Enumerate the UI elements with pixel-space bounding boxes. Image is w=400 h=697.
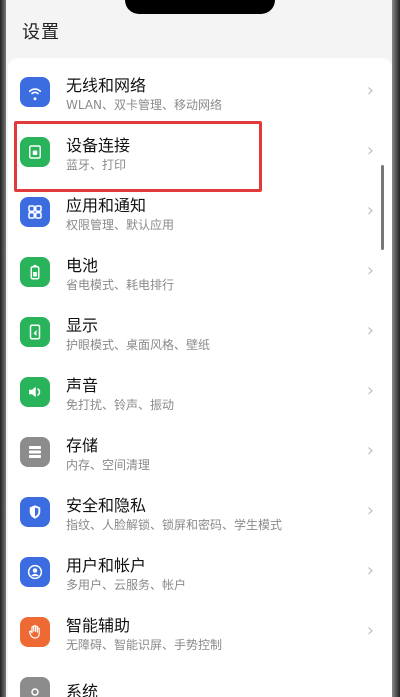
item-subtitle: 指纹、人脸解锁、锁屏和密码、学生模式 — [66, 518, 283, 532]
storage-icon — [20, 437, 50, 467]
settings-item-smart-assist[interactable]: 智能辅助 无障碍、智能识屏、手势控制 › — [8, 602, 392, 662]
item-title: 声音 — [66, 376, 99, 395]
chevron-right-icon: › — [366, 380, 374, 401]
highlight-box — [14, 121, 262, 192]
system-icon — [20, 677, 50, 697]
chevron-right-icon: › — [366, 200, 374, 221]
item-title: 存储 — [66, 436, 99, 455]
settings-item-wireless[interactable]: 无线和网络 WLAN、双卡管理、移动网络 › — [8, 62, 392, 122]
settings-item-battery[interactable]: 电池 省电模式、耗电排行 › — [8, 242, 392, 302]
chevron-right-icon: › — [366, 440, 374, 461]
chevron-right-icon: › — [366, 260, 374, 281]
battery-icon — [20, 257, 50, 287]
item-title: 安全和隐私 — [66, 496, 147, 515]
item-title: 用户和帐户 — [66, 556, 147, 575]
wifi-icon — [20, 77, 50, 107]
phone-bezel-right — [392, 0, 400, 697]
page-title: 设置 — [22, 22, 60, 43]
settings-screen: 设置 无线和网络 WLAN、双卡管理、移动网络 › 设备连接 蓝牙、打印 › 应… — [0, 0, 400, 697]
display-icon — [20, 317, 50, 347]
phone-bezel-left — [0, 0, 6, 697]
chevron-right-icon: › — [366, 620, 374, 641]
user-icon — [20, 557, 50, 587]
item-title: 系统 — [66, 682, 99, 697]
item-title: 显示 — [66, 316, 99, 335]
settings-item-display[interactable]: 显示 护眼模式、桌面风格、壁纸 › — [8, 302, 392, 362]
settings-item-system[interactable]: 系统 — [8, 662, 392, 697]
hand-icon — [20, 617, 50, 647]
item-title: 应用和通知 — [66, 196, 147, 215]
settings-item-security[interactable]: 安全和隐私 指纹、人脸解锁、锁屏和密码、学生模式 › — [8, 482, 392, 542]
item-subtitle: 内存、空间清理 — [66, 458, 151, 472]
settings-item-users-accounts[interactable]: 用户和帐户 多用户、云服务、帐户 › — [8, 542, 392, 602]
settings-item-storage[interactable]: 存储 内存、空间清理 › — [8, 422, 392, 482]
chevron-right-icon: › — [366, 560, 374, 581]
apps-icon — [20, 197, 50, 227]
item-subtitle: 护眼模式、桌面风格、壁纸 — [66, 338, 211, 352]
item-subtitle: 多用户、云服务、帐户 — [66, 578, 187, 592]
sound-icon — [20, 377, 50, 407]
item-subtitle: WLAN、双卡管理、移动网络 — [66, 98, 223, 112]
item-subtitle: 省电模式、耗电排行 — [66, 278, 175, 292]
item-subtitle: 无障碍、智能识屏、手势控制 — [66, 638, 223, 652]
chevron-right-icon: › — [366, 140, 374, 161]
item-title: 无线和网络 — [66, 76, 147, 95]
settings-item-sound[interactable]: 声音 免打扰、铃声、振动 › — [8, 362, 392, 422]
chevron-right-icon: › — [366, 500, 374, 521]
item-subtitle: 权限管理、默认应用 — [66, 218, 175, 232]
item-subtitle: 免打扰、铃声、振动 — [66, 398, 175, 412]
scrollbar[interactable] — [381, 165, 384, 250]
chevron-right-icon: › — [366, 80, 374, 101]
camera-notch — [125, 0, 275, 14]
shield-icon — [20, 497, 50, 527]
item-title: 电池 — [66, 256, 99, 275]
item-title: 智能辅助 — [66, 616, 131, 635]
chevron-right-icon: › — [366, 320, 374, 341]
